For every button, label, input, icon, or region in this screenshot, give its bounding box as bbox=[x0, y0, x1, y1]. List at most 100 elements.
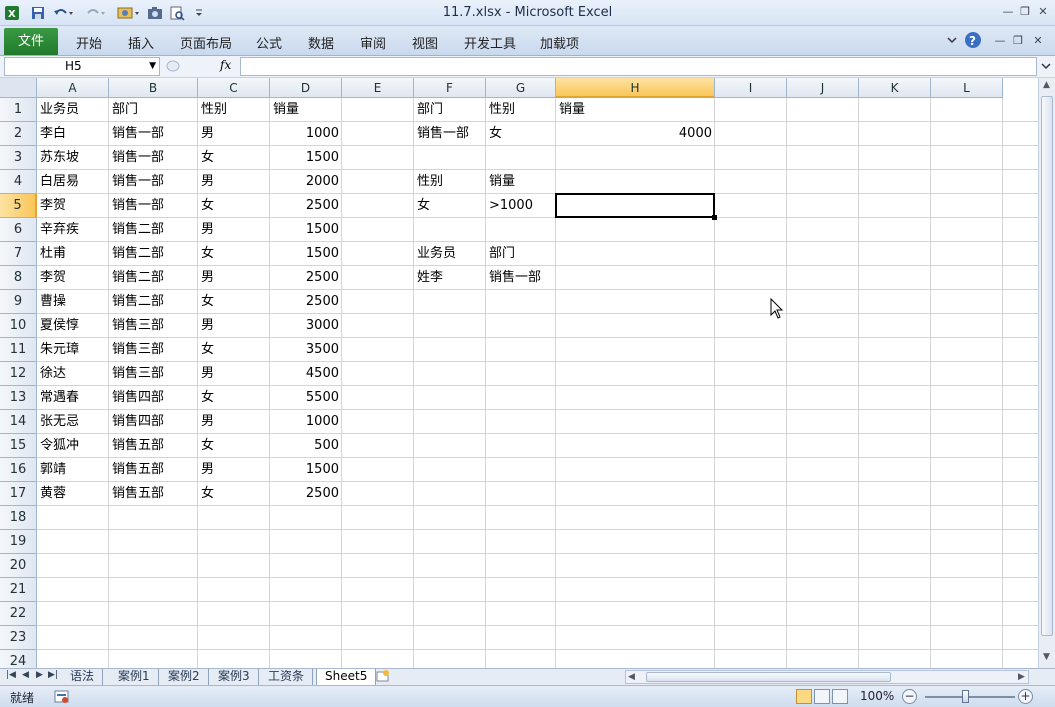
cell-c1[interactable]: 性别 bbox=[198, 98, 230, 122]
save-icon[interactable] bbox=[30, 5, 46, 21]
row-header-5[interactable]: 5 bbox=[0, 194, 37, 218]
column-header-a[interactable]: A bbox=[37, 78, 109, 98]
zoom-slider-thumb[interactable] bbox=[962, 690, 969, 703]
tab-formulas[interactable]: 公式 bbox=[256, 33, 282, 52]
row-header-12[interactable]: 12 bbox=[0, 362, 37, 386]
cell-c17[interactable]: 女 bbox=[198, 482, 217, 506]
prev-sheet-icon[interactable]: ◀ bbox=[22, 670, 29, 680]
cell-b2[interactable]: 销售一部 bbox=[109, 122, 167, 146]
column-header-c[interactable]: C bbox=[198, 78, 270, 98]
zoom-in-button[interactable]: + bbox=[1018, 689, 1033, 704]
row-header-24[interactable]: 24 bbox=[0, 650, 37, 668]
cell-d5[interactable]: 2500 bbox=[270, 194, 342, 218]
ribbon-minimize-icon[interactable] bbox=[946, 34, 958, 50]
cell-d17[interactable]: 2500 bbox=[270, 482, 342, 506]
workbook-restore-button[interactable]: ❐ bbox=[1010, 34, 1026, 48]
tab-page-layout[interactable]: 页面布局 bbox=[180, 33, 232, 52]
cell-c11[interactable]: 女 bbox=[198, 338, 217, 362]
row-header-20[interactable]: 20 bbox=[0, 554, 37, 578]
cell-b14[interactable]: 销售四部 bbox=[109, 410, 167, 434]
name-box[interactable]: H5 ▼ bbox=[4, 57, 160, 76]
minimize-button[interactable]: — bbox=[1000, 5, 1016, 19]
cell-b1[interactable]: 部门 bbox=[109, 98, 141, 122]
cell-a10[interactable]: 夏侯惇 bbox=[37, 314, 82, 338]
row-header-23[interactable]: 23 bbox=[0, 626, 37, 650]
cell-g5[interactable]: >1000 bbox=[486, 194, 536, 218]
row-header-4[interactable]: 4 bbox=[0, 170, 37, 194]
cell-a6[interactable]: 辛弃疾 bbox=[37, 218, 82, 242]
scroll-up-icon[interactable]: ▲ bbox=[1043, 80, 1050, 90]
cell-g4[interactable]: 销量 bbox=[486, 170, 518, 194]
cell-d14[interactable]: 1000 bbox=[270, 410, 342, 434]
column-header-b[interactable]: B bbox=[109, 78, 198, 98]
row-header-8[interactable]: 8 bbox=[0, 266, 37, 290]
cell-a12[interactable]: 徐达 bbox=[37, 362, 69, 386]
cell-d6[interactable]: 1500 bbox=[270, 218, 342, 242]
cell-g1[interactable]: 性别 bbox=[486, 98, 518, 122]
cell-g7[interactable]: 部门 bbox=[486, 242, 518, 266]
cell-d2[interactable]: 1000 bbox=[270, 122, 342, 146]
horizontal-scroll-thumb[interactable] bbox=[646, 672, 891, 682]
cell-c3[interactable]: 女 bbox=[198, 146, 217, 170]
select-all-corner[interactable] bbox=[0, 78, 37, 98]
page-break-preview-icon[interactable] bbox=[832, 689, 848, 704]
zoom-level[interactable]: 100% bbox=[860, 689, 894, 703]
row-header-7[interactable]: 7 bbox=[0, 242, 37, 266]
close-button[interactable]: ✕ bbox=[1035, 5, 1051, 19]
cell-b13[interactable]: 销售四部 bbox=[109, 386, 167, 410]
cell-h1[interactable]: 销量 bbox=[556, 98, 588, 122]
cell-c5[interactable]: 女 bbox=[198, 194, 217, 218]
customize-toolbar-icon[interactable] bbox=[194, 5, 204, 21]
scroll-left-icon[interactable]: ◀ bbox=[628, 672, 635, 682]
macro-icon[interactable] bbox=[116, 5, 140, 21]
row-header-14[interactable]: 14 bbox=[0, 410, 37, 434]
cell-d1[interactable]: 销量 bbox=[270, 98, 302, 122]
cell-a14[interactable]: 张无忌 bbox=[37, 410, 82, 434]
cell-d7[interactable]: 1500 bbox=[270, 242, 342, 266]
workbook-close-button[interactable]: ✕ bbox=[1030, 34, 1046, 48]
row-header-15[interactable]: 15 bbox=[0, 434, 37, 458]
camera-icon[interactable] bbox=[146, 5, 164, 21]
cell-a9[interactable]: 曹操 bbox=[37, 290, 69, 314]
cell-c2[interactable]: 男 bbox=[198, 122, 217, 146]
restore-button[interactable]: ❐ bbox=[1017, 5, 1033, 19]
cell-c12[interactable]: 男 bbox=[198, 362, 217, 386]
cell-a3[interactable]: 苏东坡 bbox=[37, 146, 82, 170]
cell-d12[interactable]: 4500 bbox=[270, 362, 342, 386]
cell-b11[interactable]: 销售三部 bbox=[109, 338, 167, 362]
horizontal-scrollbar[interactable]: ◀ ▶ bbox=[625, 670, 1029, 684]
column-header-i[interactable]: I bbox=[715, 78, 787, 98]
cell-a1[interactable]: 业务员 bbox=[37, 98, 82, 122]
cell-c13[interactable]: 女 bbox=[198, 386, 217, 410]
cell-c15[interactable]: 女 bbox=[198, 434, 217, 458]
cell-h2[interactable]: 4000 bbox=[556, 122, 715, 146]
cell-a8[interactable]: 李贺 bbox=[37, 266, 69, 290]
row-header-16[interactable]: 16 bbox=[0, 458, 37, 482]
column-header-h[interactable]: H bbox=[556, 78, 715, 98]
cell-d11[interactable]: 3500 bbox=[270, 338, 342, 362]
cell-b4[interactable]: 销售一部 bbox=[109, 170, 167, 194]
cell-f1[interactable]: 部门 bbox=[414, 98, 446, 122]
cell-a13[interactable]: 常遇春 bbox=[37, 386, 82, 410]
column-header-k[interactable]: K bbox=[859, 78, 931, 98]
cell-a4[interactable]: 白居易 bbox=[37, 170, 82, 194]
insert-function-icon[interactable]: fx bbox=[220, 58, 231, 72]
cell-d8[interactable]: 2500 bbox=[270, 266, 342, 290]
cell-d13[interactable]: 5500 bbox=[270, 386, 342, 410]
cell-b9[interactable]: 销售二部 bbox=[109, 290, 167, 314]
cell-b10[interactable]: 销售三部 bbox=[109, 314, 167, 338]
cell-a15[interactable]: 令狐冲 bbox=[37, 434, 82, 458]
chevron-down-icon[interactable]: ▼ bbox=[149, 58, 156, 75]
zoom-slider-track[interactable] bbox=[925, 696, 1015, 698]
tab-file[interactable]: 文件 bbox=[4, 28, 58, 55]
macro-record-icon[interactable] bbox=[54, 689, 70, 707]
fill-handle[interactable] bbox=[712, 215, 717, 220]
tab-data[interactable]: 数据 bbox=[308, 33, 334, 52]
cell-d9[interactable]: 2500 bbox=[270, 290, 342, 314]
formula-input[interactable] bbox=[240, 57, 1037, 76]
tab-review[interactable]: 审阅 bbox=[360, 33, 386, 52]
cell-f8[interactable]: 姓李 bbox=[414, 266, 446, 290]
first-sheet-icon[interactable]: |◀ bbox=[6, 670, 16, 680]
expand-formula-bar-icon[interactable] bbox=[1040, 60, 1052, 76]
cell-a16[interactable]: 郭靖 bbox=[37, 458, 69, 482]
